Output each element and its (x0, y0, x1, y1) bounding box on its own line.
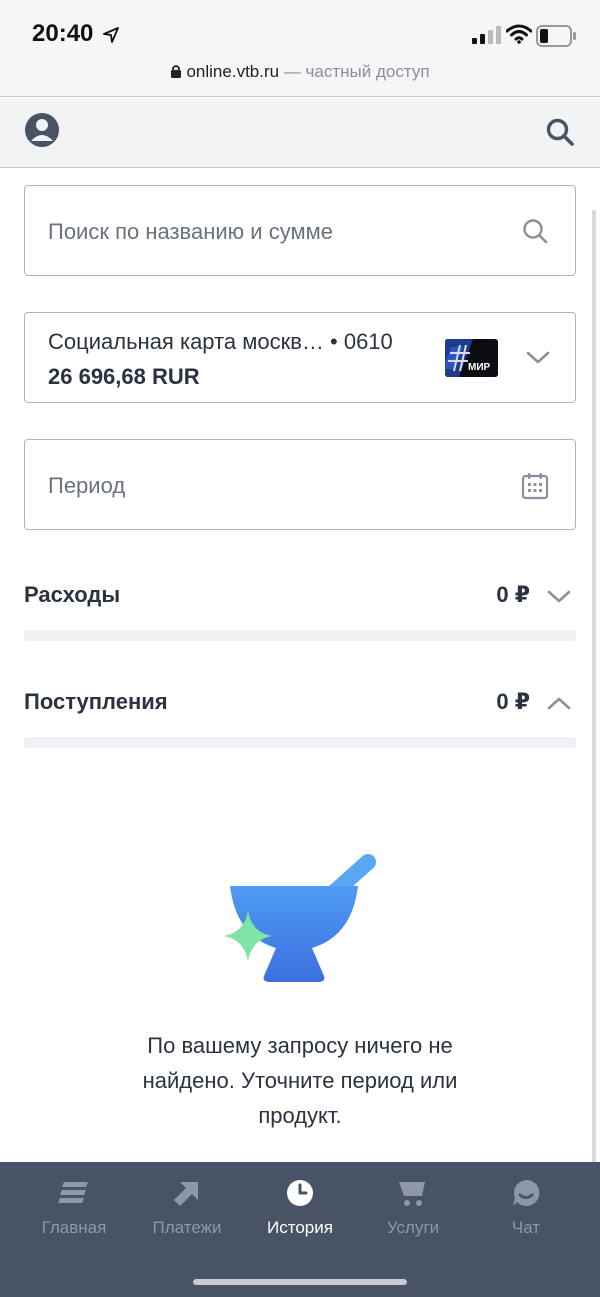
income-divider (24, 737, 576, 748)
mir-card-icon: МИР (445, 339, 498, 377)
url-bar[interactable]: online.vtb.ru — частный доступ (0, 62, 600, 82)
bottom-navigation: Главная Платежи История Услуги Чат (0, 1162, 600, 1297)
nav-label-services: Услуги (386, 1218, 440, 1237)
nav-item-chat[interactable]: Чат (466, 1176, 586, 1238)
income-section-header[interactable]: Поступления 0 ₽ (24, 683, 576, 723)
battery-icon (536, 25, 576, 47)
search-icon[interactable] (545, 117, 575, 147)
mortar-pestle-illustration (224, 854, 376, 982)
expenses-title: Расходы (24, 582, 121, 607)
card-balance: 26 696,68 RUR (48, 364, 200, 389)
nav-item-services[interactable]: Услуги (353, 1176, 473, 1238)
chevron-down-icon[interactable] (546, 586, 572, 606)
profile-icon[interactable] (24, 112, 60, 148)
calendar-icon[interactable] (521, 472, 549, 500)
history-clock-icon (287, 1180, 313, 1206)
wifi-icon (506, 24, 532, 44)
chat-icon (513, 1179, 540, 1206)
nav-label-payments: Платежи (152, 1218, 222, 1237)
status-time: 20:40 (32, 20, 94, 47)
cart-icon (399, 1182, 425, 1206)
nav-item-history[interactable]: История (240, 1176, 360, 1238)
app-header (0, 98, 600, 168)
period-input[interactable]: Период (24, 439, 576, 530)
mir-label: МИР (468, 362, 491, 373)
expenses-amount: 0 ₽ (496, 582, 530, 607)
expenses-divider (24, 630, 576, 641)
payments-arrow-icon (174, 1182, 198, 1206)
location-arrow-icon (103, 27, 119, 43)
empty-state-message: По вашему запросу ничего не найдено. Уто… (142, 1033, 458, 1128)
nav-label-history: История (267, 1218, 333, 1237)
status-bar: 20:40 online.vtb.ru — частный доступ (0, 0, 600, 97)
search-placeholder: Поиск по названию и сумме (48, 219, 333, 244)
chevron-up-icon[interactable] (546, 693, 572, 713)
income-amount: 0 ₽ (496, 689, 530, 714)
nav-label-home: Главная (41, 1218, 107, 1237)
url-suffix: — частный доступ (279, 62, 430, 81)
search-icon[interactable] (521, 217, 549, 245)
card-name: Социальная карта москв… • 0610 (48, 329, 393, 354)
home-icon (58, 1182, 88, 1203)
search-input[interactable]: Поиск по названию и сумме (24, 185, 576, 276)
cellular-signal-icon (472, 26, 501, 44)
lock-icon (171, 65, 182, 78)
card-selector[interactable]: Социальная карта москв… • 0610 26 696,68… (24, 312, 576, 403)
nav-item-payments[interactable]: Платежи (127, 1176, 247, 1238)
chevron-down-icon[interactable] (525, 347, 551, 367)
home-indicator[interactable] (193, 1279, 407, 1285)
nav-label-chat: Чат (511, 1218, 541, 1237)
url-domain: online.vtb.ru (186, 62, 280, 81)
expenses-section-header[interactable]: Расходы 0 ₽ (24, 576, 576, 616)
period-placeholder: Период (48, 473, 126, 498)
income-title: Поступления (24, 689, 168, 714)
nav-item-home[interactable]: Главная (14, 1176, 134, 1238)
scrollbar[interactable] (592, 210, 596, 1185)
